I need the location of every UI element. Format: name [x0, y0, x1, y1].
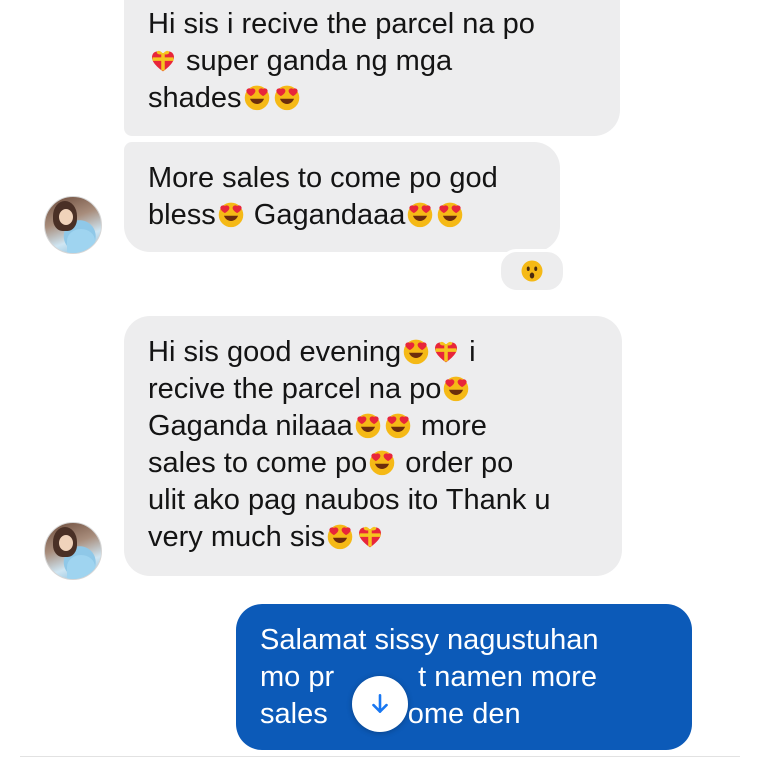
- message-text: Gagandaaa: [245, 199, 406, 231]
- message-text: i: [461, 336, 476, 368]
- smiling-face-with-heart-eyes-icon: [242, 83, 272, 111]
- message-text: very much sis: [148, 521, 326, 553]
- message-text: Salamat sissy nagustuhan: [260, 624, 599, 656]
- message-text: Hi sis i recive the parcel na po: [148, 8, 535, 40]
- message-text: Hi sis good evening: [148, 336, 402, 368]
- smiling-face-with-heart-eyes-icon: [405, 200, 435, 228]
- smiling-face-with-heart-eyes-icon: [216, 200, 246, 228]
- smiling-face-with-heart-eyes-icon: [325, 522, 355, 550]
- heart-with-ribbon-icon: [355, 522, 385, 550]
- arrow-down-icon: [372, 694, 388, 713]
- message-bubble-outgoing[interactable]: Salamat sissy nagustuhan mo pr t namen mo…: [236, 604, 692, 750]
- message-text: mo pr: [260, 661, 335, 693]
- smiling-face-with-heart-eyes-icon: [441, 374, 471, 402]
- message-bubble-incoming-3[interactable]: Hi sis good evening i recive the parcel …: [124, 316, 622, 576]
- smiling-face-with-heart-eyes-icon: [435, 200, 465, 228]
- message-text: ulit ako pag naubos ito Thank u: [148, 484, 551, 516]
- message-text: shades: [148, 82, 242, 114]
- message-text: more: [412, 410, 487, 442]
- message-text: recive the parcel na po: [148, 373, 442, 405]
- avatar-face: [59, 209, 73, 225]
- message-reaction[interactable]: [498, 249, 566, 293]
- message-text: bless: [148, 199, 216, 231]
- message-text: t namen more: [418, 661, 598, 693]
- smiling-face-with-heart-eyes-icon: [383, 411, 413, 439]
- avatar-dress: [67, 555, 95, 579]
- heart-with-ribbon-icon: [431, 337, 461, 365]
- message-bubble-incoming-1[interactable]: Hi sis i recive the parcel na po super g…: [124, 0, 620, 136]
- avatar-face: [59, 535, 73, 551]
- message-text: More sales to come po god: [148, 162, 498, 194]
- smiling-face-with-heart-eyes-icon: [353, 411, 383, 439]
- smiling-face-with-heart-eyes-icon: [401, 337, 431, 365]
- smiling-face-with-heart-eyes-icon: [367, 448, 397, 476]
- scroll-to-bottom-button[interactable]: [352, 676, 408, 732]
- message-text: ome den: [407, 698, 521, 730]
- message-text: sales to come po: [148, 447, 368, 479]
- contact-avatar[interactable]: [44, 196, 102, 254]
- surprised-face-icon: [520, 259, 544, 283]
- message-text: sales: [260, 698, 336, 730]
- composer-divider: [20, 756, 740, 757]
- message-text: order po: [397, 447, 514, 479]
- message-bubble-incoming-2[interactable]: More sales to come po god bless Gagandaa…: [124, 142, 560, 252]
- contact-avatar[interactable]: [44, 522, 102, 580]
- smiling-face-with-heart-eyes-icon: [272, 83, 302, 111]
- message-text: super ganda ng mga: [178, 45, 453, 77]
- message-text: Gaganda nilaaa: [148, 410, 353, 442]
- avatar-dress: [67, 229, 95, 253]
- heart-with-ribbon-icon: [148, 46, 178, 74]
